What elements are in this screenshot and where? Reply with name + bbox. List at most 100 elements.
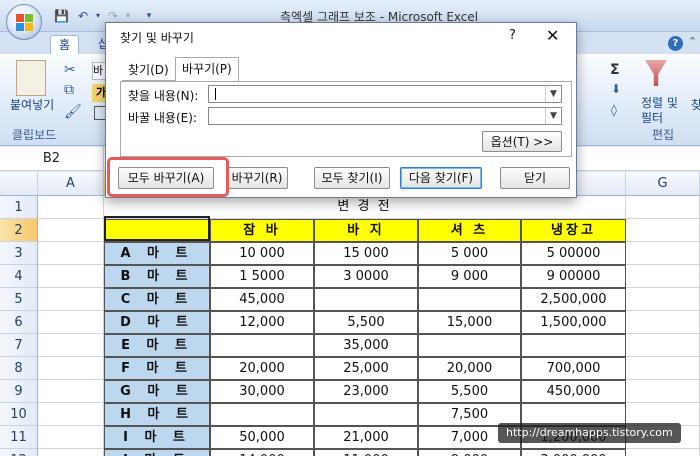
value-cell[interactable]: 30,000 [210,380,314,403]
value-cell[interactable] [210,334,314,357]
store-name-cell[interactable]: H 마 트 [104,403,210,426]
value-cell[interactable]: 1 5000 [210,265,314,288]
store-name-cell[interactable]: J 마 트 [104,449,210,456]
cell[interactable] [38,449,104,456]
row-header[interactable]: 6 [0,311,38,334]
value-cell[interactable] [314,403,418,426]
find-dropdown-icon[interactable]: ▼ [545,86,561,102]
clear-icon[interactable]: ◊ [611,103,617,117]
value-cell[interactable]: 5,500 [314,311,418,334]
value-cell[interactable]: 10 000 [210,242,314,265]
ribbon-minimize-icon[interactable]: ⌃ [688,35,697,48]
column-header-a[interactable]: A [38,172,104,196]
value-cell[interactable]: 15 000 [314,242,418,265]
tab-home[interactable]: 홈 [50,35,80,54]
cell[interactable] [626,334,700,357]
cell[interactable] [626,311,700,334]
cell[interactable] [626,196,700,219]
cell[interactable] [626,219,700,242]
close-button[interactable]: 닫기 [500,167,570,189]
value-cell[interactable] [314,288,418,311]
value-cell[interactable]: 700,000 [521,357,626,380]
cell[interactable] [38,288,104,311]
value-cell[interactable]: 20,000 [418,357,521,380]
name-box[interactable]: B2 [0,147,104,170]
find-select-label[interactable]: 찾 [691,96,700,113]
row-header[interactable]: 9 [0,380,38,403]
cell[interactable] [38,265,104,288]
redo-icon[interactable]: ↷ [106,9,120,23]
row-header[interactable]: 8 [0,357,38,380]
cell[interactable] [626,357,700,380]
cell[interactable] [38,242,104,265]
value-cell[interactable]: 12,000 [210,311,314,334]
cell[interactable] [626,380,700,403]
worksheet-grid[interactable]: A B C D E F G 1변 경 전2잠 바바 지셔 츠냉장고3A 마 트1… [0,172,700,456]
value-cell[interactable]: 2,500,000 [521,288,626,311]
table-header[interactable]: 잠 바 [210,219,314,242]
row-header[interactable]: 12 [0,449,38,456]
cell[interactable] [38,219,104,242]
value-cell[interactable]: 50,000 [210,426,314,449]
value-cell[interactable]: 9,000 [418,449,521,456]
cell[interactable] [38,311,104,334]
format-painter-icon[interactable]: 🖌 [64,104,82,120]
store-name-cell[interactable]: I 마 트 [104,426,210,449]
value-cell[interactable]: 25,000 [314,357,418,380]
fill-icon[interactable]: ⬇ [611,82,621,96]
row-header[interactable]: 11 [0,426,38,449]
replace-dropdown-icon[interactable]: ▼ [545,108,561,124]
replace-with-input[interactable]: ▼ [208,107,562,125]
value-cell[interactable]: 5 00000 [521,242,626,265]
table-header[interactable]: 셔 츠 [418,219,521,242]
value-cell[interactable] [521,334,626,357]
replace-button[interactable]: 바꾸기(R) [226,167,288,189]
store-name-cell[interactable]: G 마 트 [104,380,210,403]
row-header[interactable]: 1 [0,196,38,219]
value-cell[interactable]: 45,000 [210,288,314,311]
row-header[interactable]: 3 [0,242,38,265]
value-cell[interactable] [210,403,314,426]
cell[interactable] [38,357,104,380]
options-button[interactable]: 옵션(T) >> [482,131,562,152]
active-cell-b2[interactable] [104,216,210,241]
row-header[interactable]: 5 [0,288,38,311]
store-name-cell[interactable]: F 마 트 [104,357,210,380]
value-cell[interactable]: 3 0000 [314,265,418,288]
undo-icon[interactable]: ↶ [76,9,90,23]
store-name-cell[interactable]: E 마 트 [104,334,210,357]
sort-filter-icon[interactable] [645,60,667,86]
store-name-cell[interactable]: C 마 트 [104,288,210,311]
select-all-corner[interactable] [0,172,38,196]
value-cell[interactable]: 11,000 [314,449,418,456]
cut-icon[interactable]: ✂ [64,62,76,78]
cell[interactable] [626,288,700,311]
column-header-g[interactable]: G [626,172,700,196]
find-next-button[interactable]: 다음 찾기(F) [400,167,482,189]
value-cell[interactable]: 23,000 [314,380,418,403]
value-cell[interactable] [418,288,521,311]
cell[interactable] [626,449,700,456]
value-cell[interactable]: 21,000 [314,426,418,449]
value-cell[interactable]: 15,000 [418,311,521,334]
redo-dropdown-icon[interactable]: ▾ [121,9,135,23]
row-header[interactable]: 2 [0,219,38,242]
copy-icon[interactable]: ⧉ [64,82,74,98]
paste-icon[interactable] [16,60,46,96]
store-name-cell[interactable]: D 마 트 [104,311,210,334]
undo-dropdown-icon[interactable]: ▾ [91,9,105,23]
value-cell[interactable]: 5,500 [418,380,521,403]
autosum-icon[interactable]: Σ [610,62,620,78]
value-cell[interactable] [418,334,521,357]
row-header[interactable]: 4 [0,265,38,288]
customize-qat-icon[interactable]: ▾ [142,9,156,23]
value-cell[interactable]: 450,000 [521,380,626,403]
cell[interactable] [626,265,700,288]
value-cell[interactable]: 14,000 [210,449,314,456]
paste-label[interactable]: 붙여넣기 [10,96,54,113]
cell[interactable] [38,403,104,426]
office-button[interactable] [6,4,42,40]
value-cell[interactable]: 9 00000 [521,265,626,288]
value-cell[interactable]: 9 000 [418,265,521,288]
tab-find[interactable]: 찾기(D) [122,59,175,81]
